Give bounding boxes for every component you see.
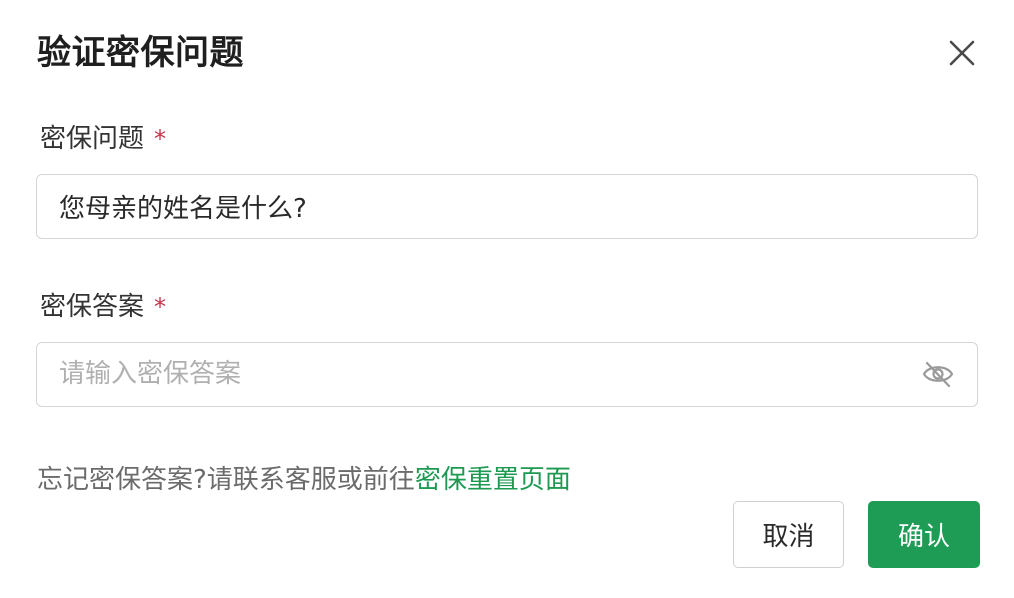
question-label: 密保问题 * [40,121,166,157]
confirm-button[interactable]: 确认 [868,501,980,568]
question-label-text: 密保问题 [40,124,145,154]
dialog-title: 验证密保问题 [37,33,244,73]
forgot-answer-text: 忘记密保答案?请联系客服或前往 [37,465,415,495]
cancel-button[interactable]: 取消 [733,501,844,568]
required-mark: * [154,125,167,153]
answer-field[interactable] [36,342,978,407]
password-visibility-toggle[interactable] [921,359,955,389]
reset-page-link[interactable]: 密保重置页面 [415,465,571,495]
required-mark: * [154,293,167,321]
eye-off-icon [922,361,954,388]
answer-label: 密保答案 * [40,289,166,325]
answer-label-text: 密保答案 [40,292,145,322]
forgot-answer-help: 忘记密保答案?请联系客服或前往密保重置页面 [37,462,571,498]
question-field[interactable] [36,174,978,239]
verify-security-question-dialog: 验证密保问题 密保问题 * 密保答案 * 忘记密保答案?请联系客服或前往密保重置页面… [0,0,1014,598]
close-button[interactable] [942,33,982,73]
answer-input[interactable] [59,343,919,405]
question-input[interactable] [59,175,919,237]
close-icon [949,40,975,66]
